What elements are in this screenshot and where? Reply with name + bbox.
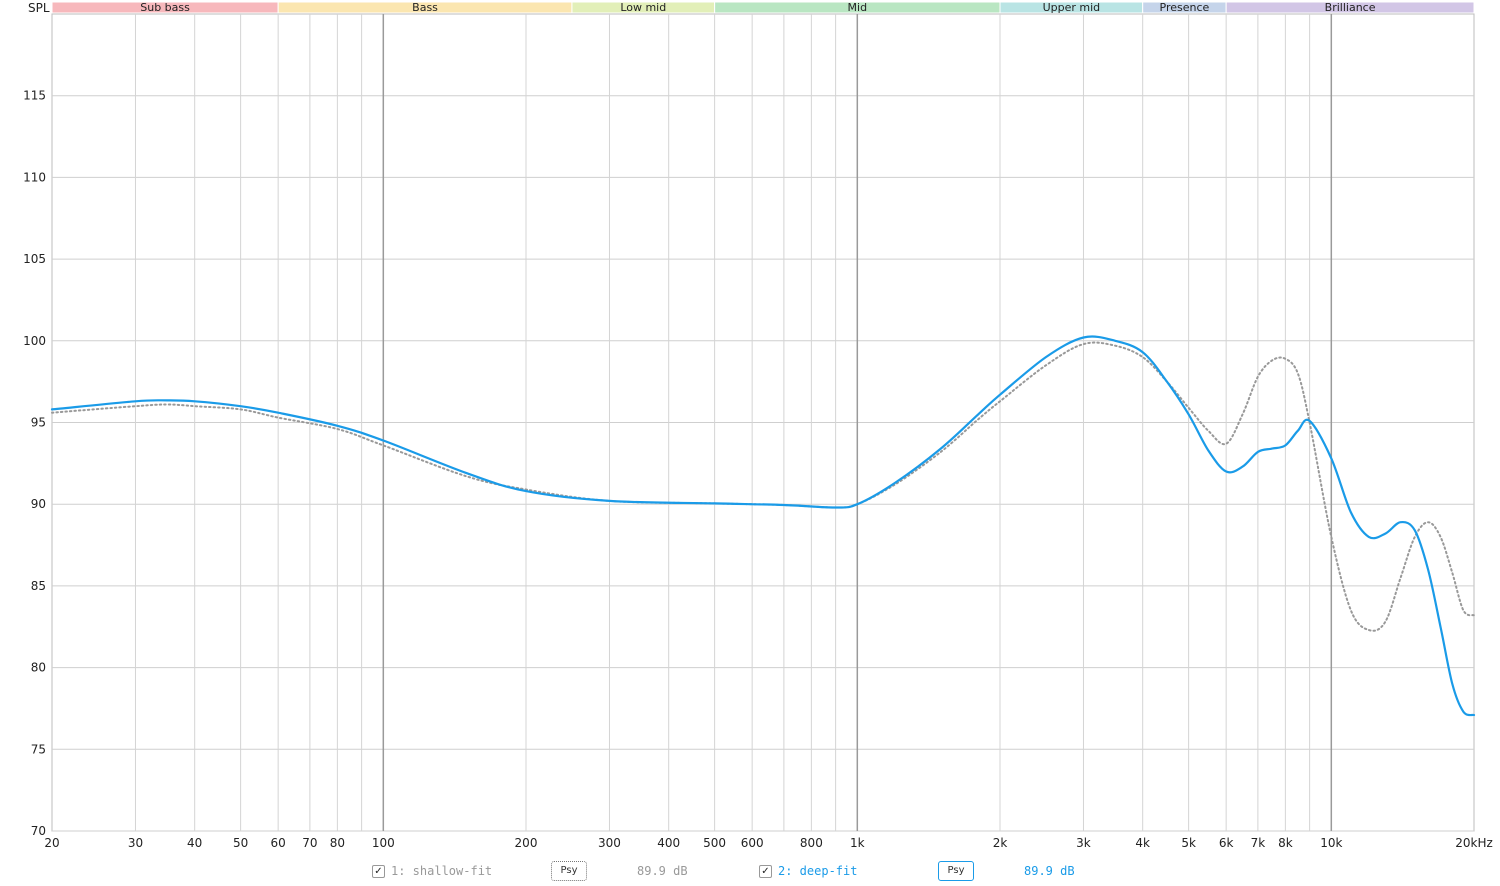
x-tick-label: 100 <box>372 836 395 850</box>
x-tick-label: 30 <box>128 836 143 850</box>
shallow-fit-psy-button[interactable]: Psy <box>551 861 587 881</box>
band-label-bass: Bass <box>412 1 438 14</box>
x-tick-label: 500 <box>703 836 726 850</box>
x-tick-labels: 20 30 40 50 60 70 80 100 200 300 400 500 600 800 1k 2k 3… <box>44 836 1492 850</box>
frequency-response-chart: Sub bass Bass Low mid Mid Upper mid Presence B… <box>23 1 1493 850</box>
grid-lines <box>51 13 1475 832</box>
x-tick-label: 400 <box>657 836 680 850</box>
series-line-1-shallow-fit <box>51 341 1475 632</box>
x-tick-label: 70 <box>302 836 317 850</box>
x-tick-label: 2k <box>993 836 1008 850</box>
y-tick-labels: 707580859095100105110115 <box>23 89 46 838</box>
y-axis-label: SPL <box>28 1 50 15</box>
y-tick-label: 105 <box>23 252 46 266</box>
series-lines <box>50 335 1476 717</box>
y-tick-label: 80 <box>31 661 46 675</box>
band-label-sub-bass: Sub bass <box>140 1 190 14</box>
x-tick-label: 4k <box>1135 836 1150 850</box>
x-tick-label: 800 <box>800 836 823 850</box>
shallow-fit-label: 1: shallow-fit <box>391 864 493 878</box>
legend-item-shallow-fit[interactable]: ✓ 1: shallow-fit Psy 89.9 dB <box>372 860 688 882</box>
x-tick-label: 50 <box>233 836 248 850</box>
band-label-mid: Mid <box>848 1 868 14</box>
deep-fit-checkbox[interactable]: ✓ <box>759 864 772 878</box>
y-tick-label: 115 <box>23 89 46 103</box>
x-tick-label: 1k <box>850 836 865 850</box>
x-tick-label: 5k <box>1181 836 1196 850</box>
x-tick-label: 80 <box>330 836 345 850</box>
band-label-brilliance: Brilliance <box>1325 1 1376 14</box>
x-tick-label: 600 <box>741 836 764 850</box>
x-tick-label: 10k <box>1320 836 1342 850</box>
x-tick-label: 40 <box>187 836 202 850</box>
deep-fit-value: 89.9 dB <box>1024 864 1075 878</box>
x-tick-label: 8k <box>1278 836 1293 850</box>
y-tick-label: 75 <box>31 742 46 756</box>
band-label-upper-mid: Upper mid <box>1043 1 1101 14</box>
deep-fit-label: 2: deep-fit <box>778 864 858 878</box>
shallow-fit-checkbox[interactable]: ✓ <box>372 864 385 878</box>
x-tick-label: 6k <box>1219 836 1234 850</box>
x-tick-label: 200 <box>515 836 538 850</box>
x-tick-label: 60 <box>271 836 286 850</box>
band-label-low-mid: Low mid <box>620 1 666 14</box>
y-tick-label: 100 <box>23 334 46 348</box>
x-tick-label: 3k <box>1076 836 1091 850</box>
legend-item-deep-fit[interactable]: ✓ 2: deep-fit Psy 89.9 dB <box>759 860 1075 882</box>
y-tick-label: 85 <box>31 579 46 593</box>
y-tick-label: 95 <box>31 416 46 430</box>
x-tick-label: 7k <box>1251 836 1266 850</box>
y-tick-label: 90 <box>31 497 46 511</box>
x-tick-label: 20kHz <box>1455 836 1493 850</box>
band-label-presence: Presence <box>1160 1 1210 14</box>
x-tick-label: 300 <box>598 836 621 850</box>
frequency-bands: Sub bass Bass Low mid Mid Upper mid Presence B… <box>51 1 1475 14</box>
y-tick-label: 110 <box>23 170 46 184</box>
series-line-2-deep-fit <box>50 335 1476 717</box>
x-tick-label: 20 <box>44 836 59 850</box>
shallow-fit-value: 89.9 dB <box>637 864 688 878</box>
deep-fit-psy-button[interactable]: Psy <box>938 861 974 881</box>
